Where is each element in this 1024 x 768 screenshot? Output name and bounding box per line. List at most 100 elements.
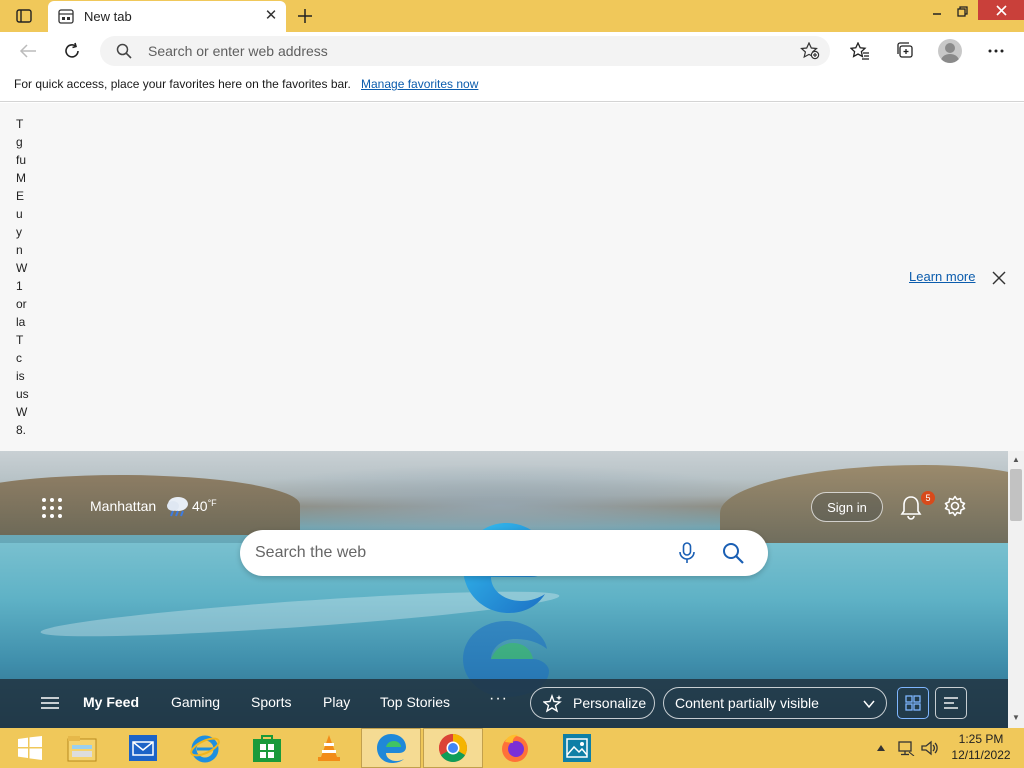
truncated-notice-text: T g fu M E u y n W 1 or la T c is us W 8… — [16, 115, 36, 439]
back-arrow-icon — [19, 44, 36, 58]
learn-more-link[interactable]: Learn more — [909, 269, 975, 284]
favorites-bar: For quick access, place your favorites h… — [0, 70, 1024, 102]
feed-tab-gaming[interactable]: Gaming — [171, 694, 220, 710]
list-view-button[interactable] — [935, 687, 967, 719]
close-notice-icon[interactable] — [990, 269, 1008, 287]
back-button[interactable] — [16, 40, 40, 62]
profile-avatar[interactable] — [938, 39, 962, 63]
notice-letter: M — [16, 171, 26, 185]
taskbar-mail[interactable] — [113, 728, 173, 768]
new-tab-page: Manhattan 40°F Sign in 5 My Feed Gaming … — [0, 451, 1008, 728]
search-icon[interactable] — [721, 541, 745, 565]
tab-new-tab[interactable]: New tab ✕ — [48, 1, 286, 32]
store-icon — [253, 735, 281, 762]
more-dots-icon — [988, 49, 1004, 53]
show-hidden-icons-button[interactable] — [874, 738, 888, 758]
page-scrollbar[interactable]: ▲ ▼ — [1008, 451, 1024, 728]
vlc-icon — [318, 735, 340, 761]
scrollbar-thumb[interactable] — [1010, 469, 1022, 521]
notice-letter: g — [16, 135, 23, 149]
minimize-button[interactable] — [924, 0, 950, 22]
clock-date: 12/11/2022 — [951, 748, 1011, 762]
notifications-bell-icon[interactable] — [899, 494, 923, 520]
grid-view-icon — [905, 695, 921, 711]
firefox-icon — [502, 734, 528, 762]
more-feed-tabs-button[interactable]: ··· — [489, 690, 508, 708]
notice-letter: u — [16, 207, 23, 221]
hamburger-menu-icon[interactable] — [40, 695, 60, 711]
temperature-unit: °F — [207, 498, 217, 508]
sign-in-button[interactable]: Sign in — [811, 492, 883, 522]
restore-icon — [956, 5, 968, 17]
rain-cloud-icon — [167, 497, 188, 517]
address-input[interactable] — [148, 36, 788, 66]
web-search-box[interactable] — [240, 530, 768, 576]
search-icon — [116, 43, 132, 59]
notice-letter: T — [16, 117, 24, 131]
favorites-icon — [850, 42, 869, 60]
taskbar-photos[interactable] — [547, 728, 607, 768]
minimize-icon — [933, 13, 941, 15]
chrome-icon — [439, 734, 467, 762]
internet-explorer-icon — [190, 735, 220, 763]
taskbar-store[interactable] — [237, 728, 297, 768]
notice-letter: E — [16, 189, 25, 203]
web-search-input[interactable] — [255, 530, 655, 576]
feed-tab-sports[interactable]: Sports — [251, 694, 291, 710]
feed-tab-my-feed[interactable]: My Feed — [83, 694, 139, 710]
chevron-up-icon — [877, 745, 885, 751]
taskbar-edge[interactable] — [361, 728, 421, 768]
close-icon — [995, 4, 1007, 16]
gear-icon[interactable] — [944, 495, 966, 517]
grid-view-button[interactable] — [897, 687, 929, 719]
taskbar-vlc[interactable] — [299, 728, 359, 768]
file-explorer-icon — [67, 736, 97, 762]
notice-area: T g fu M E u y n W 1 or la T c is us W 8… — [0, 103, 1024, 451]
windows-start-icon — [18, 736, 42, 760]
taskbar-internet-explorer[interactable] — [175, 728, 235, 768]
taskbar: 1:25 PM 12/11/2022 — [0, 728, 1024, 768]
notice-letter: T — [16, 333, 24, 347]
system-clock[interactable]: 1:25 PM 12/11/2022 — [946, 731, 1016, 763]
close-window-button[interactable] — [978, 0, 1024, 20]
notice-letter: W — [16, 261, 28, 275]
apps-grid-icon[interactable] — [40, 496, 64, 520]
content-visibility-dropdown[interactable]: Content partially visible — [663, 687, 887, 719]
manage-favorites-link[interactable]: Manage favorites now — [361, 77, 478, 91]
content-visibility-label: Content partially visible — [675, 695, 819, 711]
edge-icon — [377, 734, 406, 763]
add-favorite-icon[interactable] — [800, 42, 820, 60]
tab-close-icon[interactable]: ✕ — [264, 8, 278, 23]
favorites-button[interactable] — [848, 40, 872, 62]
personalize-label: Personalize — [573, 695, 647, 711]
collections-button[interactable] — [893, 40, 917, 62]
taskbar-file-explorer[interactable] — [52, 728, 112, 768]
refresh-button[interactable] — [60, 40, 84, 62]
notice-letter: c — [16, 351, 22, 365]
scroll-up-arrow-icon[interactable]: ▲ — [1008, 453, 1024, 467]
restore-button[interactable] — [950, 0, 974, 22]
taskbar-firefox[interactable] — [485, 728, 545, 768]
new-tab-page-icon — [58, 9, 74, 24]
collections-icon — [897, 42, 913, 58]
feed-tab-top-stories[interactable]: Top Stories — [380, 694, 450, 710]
taskbar-chrome[interactable] — [423, 728, 483, 768]
network-tray-button[interactable] — [896, 738, 916, 758]
microphone-icon[interactable] — [677, 542, 697, 564]
address-bar[interactable] — [100, 36, 830, 66]
tab-actions-icon — [16, 9, 32, 23]
chevron-down-icon — [863, 700, 875, 709]
personalize-button[interactable]: Personalize — [530, 687, 655, 719]
tab-actions-button[interactable] — [10, 5, 38, 27]
volume-tray-button[interactable] — [920, 738, 940, 758]
weather-location[interactable]: Manhattan — [90, 498, 156, 514]
weather-temperature[interactable]: 40°F — [192, 498, 217, 514]
start-button[interactable] — [0, 728, 60, 768]
scroll-down-arrow-icon[interactable]: ▼ — [1008, 711, 1024, 725]
notice-letter: or — [16, 297, 27, 311]
feed-tab-play[interactable]: Play — [323, 694, 350, 710]
new-tab-button[interactable] — [292, 4, 318, 28]
settings-more-button[interactable] — [984, 40, 1008, 62]
title-bar: New tab ✕ — [0, 0, 1024, 32]
temperature-value: 40 — [192, 498, 208, 514]
